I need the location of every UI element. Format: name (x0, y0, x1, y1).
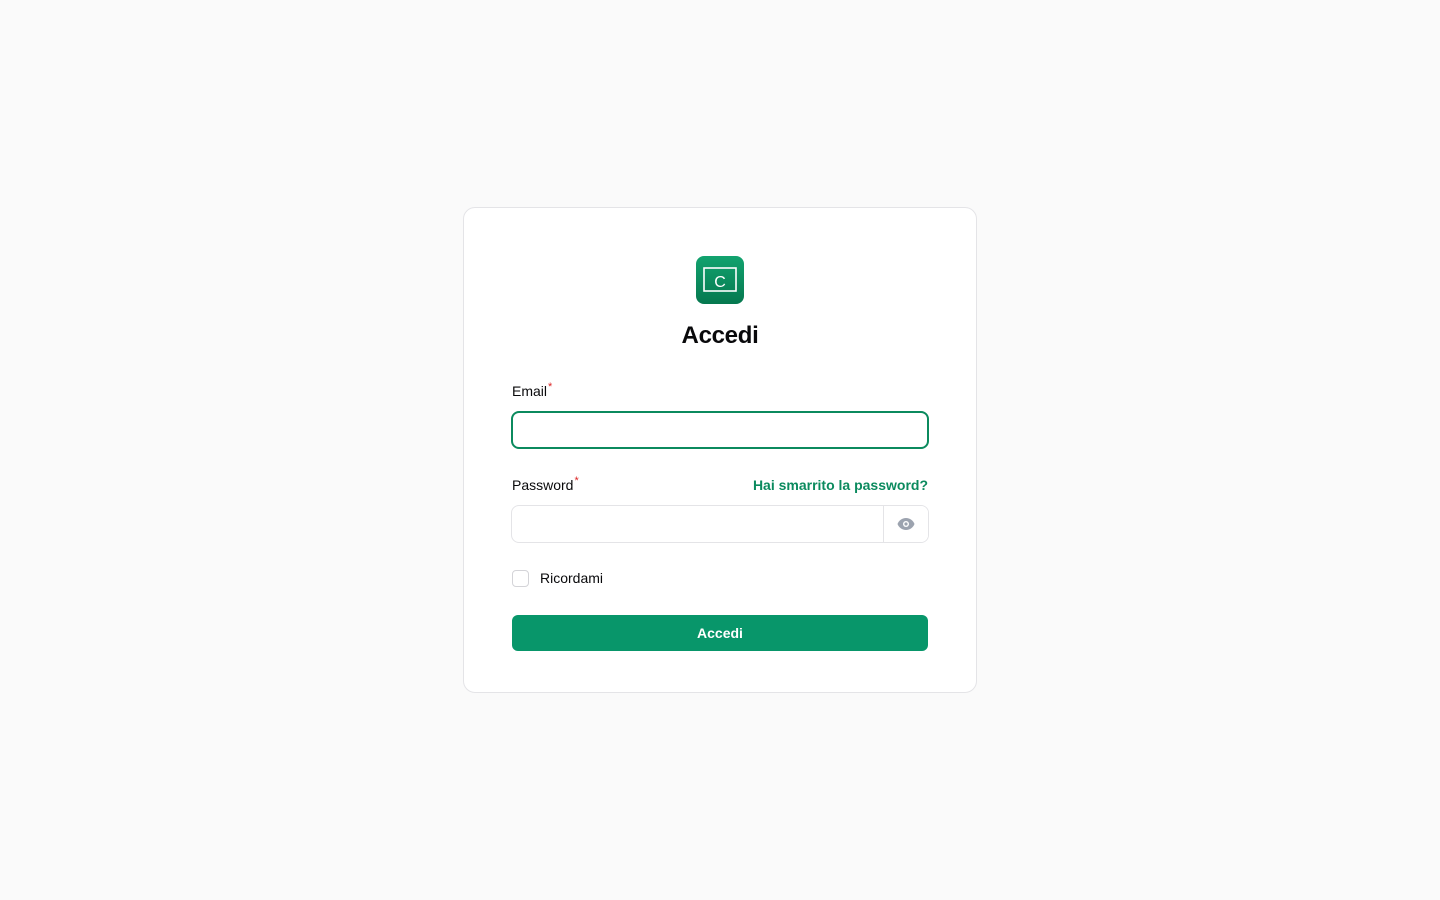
eye-icon (897, 518, 915, 530)
login-submit-button[interactable]: Accedi (512, 615, 928, 651)
email-label-text: Email (512, 383, 548, 399)
page-title: Accedi (681, 322, 759, 349)
remember-me-checkbox[interactable] (512, 569, 529, 587)
required-marker: * (574, 475, 579, 487)
password-input-group (511, 505, 929, 543)
email-input[interactable] (511, 411, 929, 449)
app-logo-icon: C (703, 267, 737, 292)
show-password-button[interactable] (883, 506, 928, 542)
remember-me-row: Ricordami (512, 569, 928, 587)
email-field-group: Email* (511, 379, 929, 449)
password-label-text: Password (512, 477, 574, 493)
password-label-row: Password* Hai smarrito la password? (512, 473, 928, 495)
password-input[interactable] (512, 506, 883, 542)
logo-container: C (512, 256, 928, 304)
login-card: C Accedi Email* Password* Hai smarrito l… (463, 207, 977, 693)
app-logo: C (696, 256, 744, 304)
logo-letter: C (714, 274, 726, 291)
remember-me-label[interactable]: Ricordami (540, 570, 603, 586)
email-label-row: Email* (512, 379, 928, 401)
password-label: Password* (512, 475, 579, 495)
forgot-password-link[interactable]: Hai smarrito la password? (753, 475, 928, 495)
required-marker: * (548, 381, 553, 393)
email-label: Email* (512, 381, 552, 401)
password-field-group: Password* Hai smarrito la password? (511, 473, 929, 543)
